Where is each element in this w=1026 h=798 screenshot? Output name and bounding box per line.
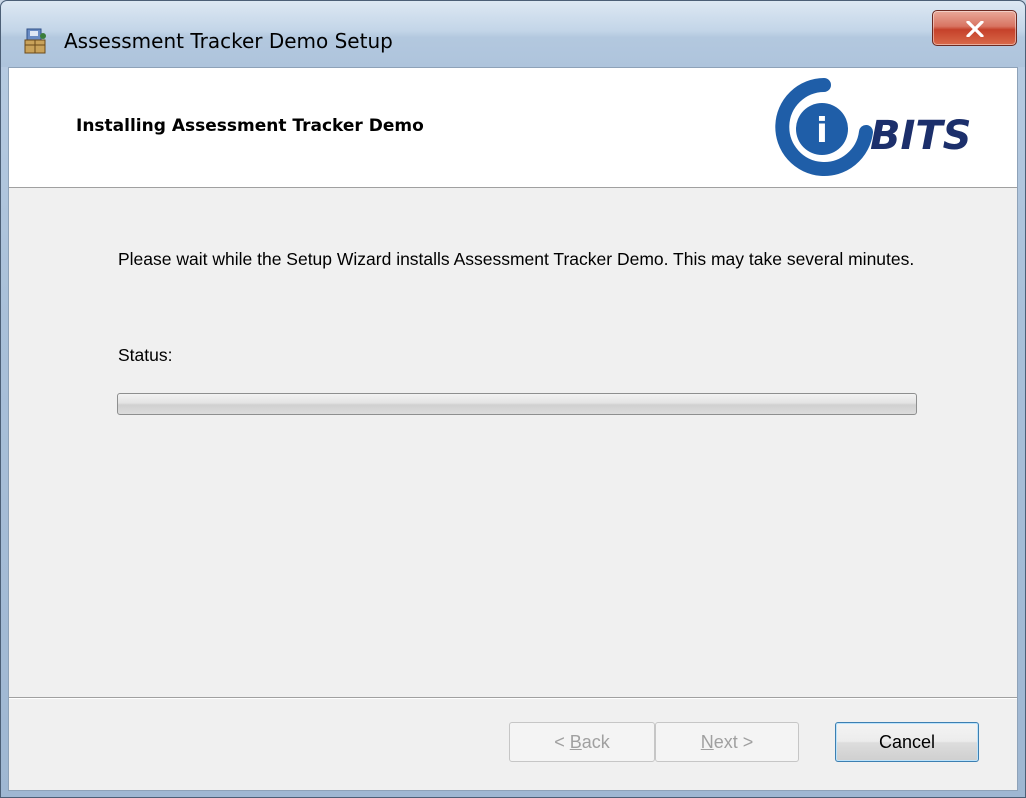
install-description: Please wait while the Setup Wizard insta…: [118, 249, 915, 269]
logo-text: BITS: [870, 113, 971, 159]
setup-window: Assessment Tracker Demo Setup Installing…: [0, 0, 1026, 798]
ibits-logo: i BITS: [775, 78, 971, 176]
client-area: Installing Assessment Tracker Demo i BIT…: [8, 67, 1018, 791]
title-bar[interactable]: Assessment Tracker Demo Setup: [1, 1, 1025, 67]
next-button[interactable]: Next >: [655, 722, 799, 762]
footer-divider: [9, 697, 1017, 699]
logo-letter: i: [816, 111, 828, 151]
page-title: Installing Assessment Tracker Demo: [76, 116, 424, 136]
cancel-button[interactable]: Cancel: [835, 722, 979, 762]
header-banner: Installing Assessment Tracker Demo i BIT…: [9, 68, 1017, 188]
back-button[interactable]: < Back: [509, 722, 655, 762]
status-label: Status:: [118, 345, 173, 365]
install-progress-bar: [117, 393, 917, 415]
close-icon: [966, 21, 984, 37]
installer-icon: [23, 27, 51, 55]
window-title: Assessment Tracker Demo Setup: [64, 29, 393, 53]
close-button[interactable]: [932, 10, 1017, 46]
